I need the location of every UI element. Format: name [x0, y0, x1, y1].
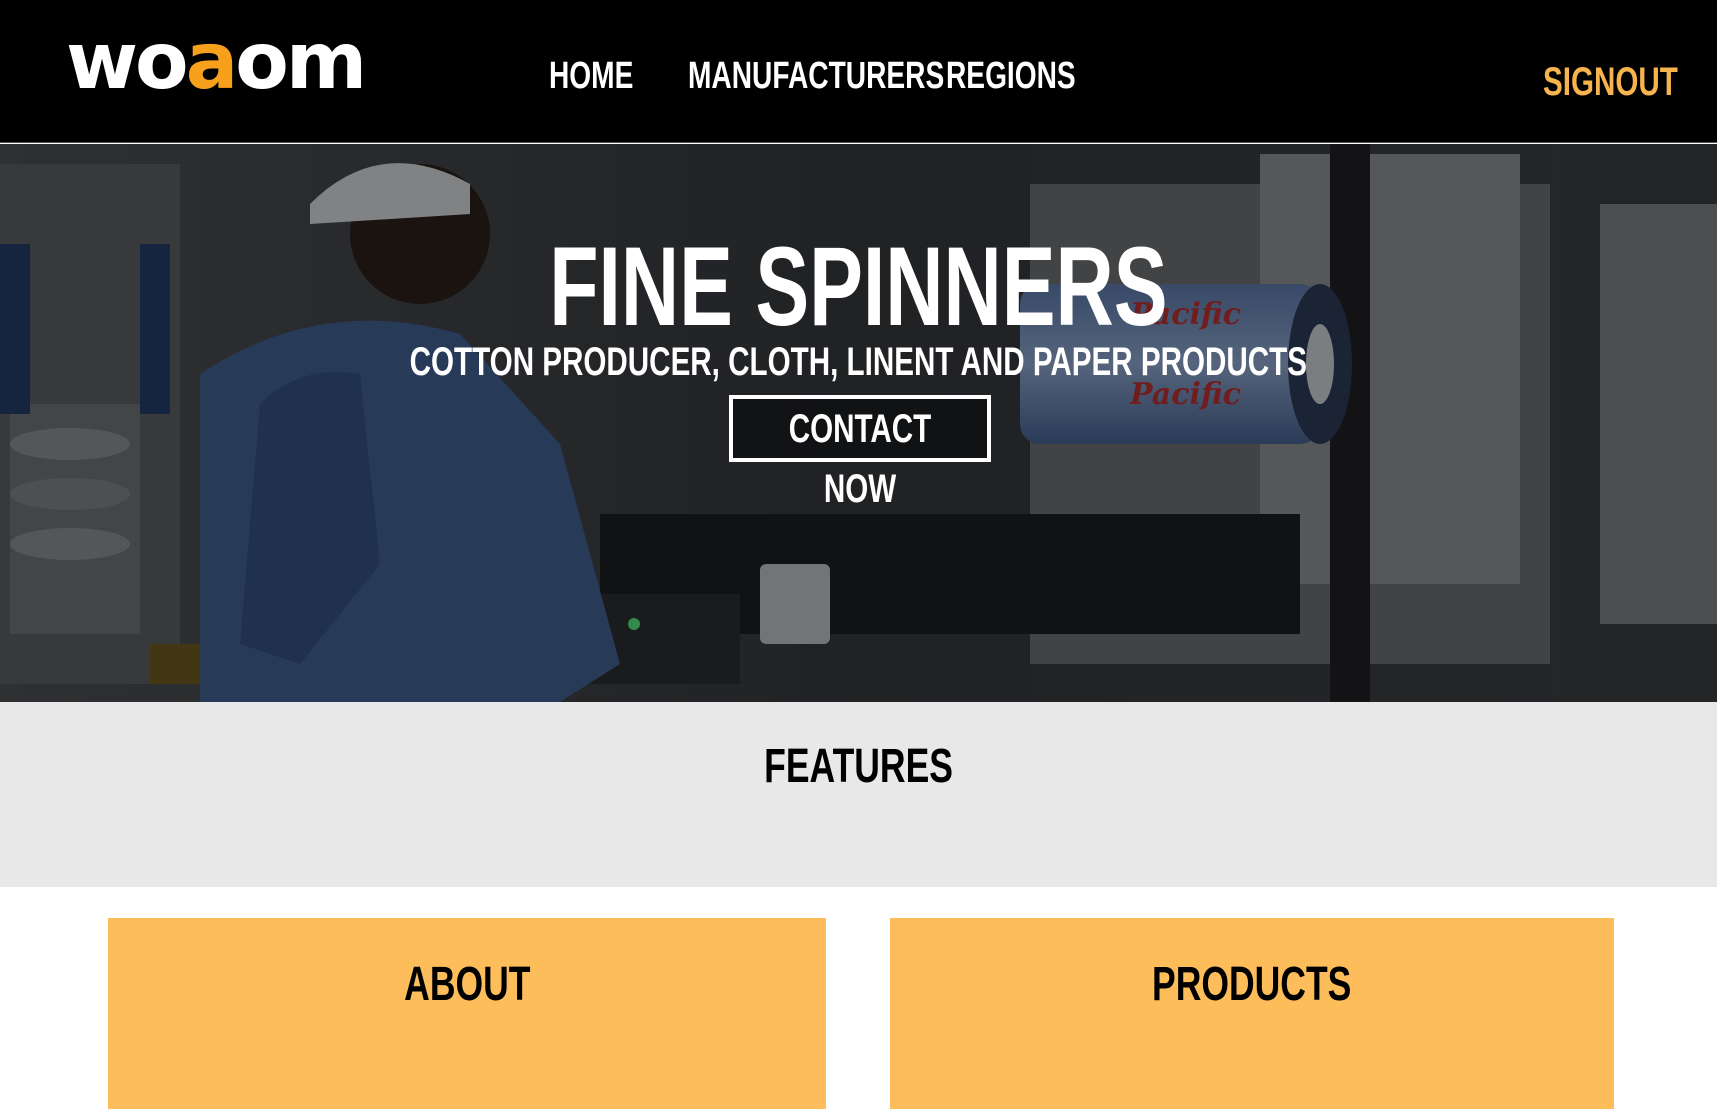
nav-manufacturers-link[interactable]: MANUFACTURERS [688, 56, 944, 96]
hero-banner: Pacific Pacific FINE SPINNERS COTTON PRO… [0, 144, 1717, 702]
nav-home-link[interactable]: HOME [549, 56, 633, 96]
woaom-logo[interactable]: woaom [66, 22, 367, 102]
features-heading: FEATURES [764, 740, 953, 793]
nav-regions-link[interactable]: REGIONS [946, 56, 1076, 96]
about-card-title: ABOUT [403, 958, 531, 1011]
features-section: FEATURES [0, 702, 1717, 887]
about-card[interactable]: ABOUT [108, 918, 826, 1109]
products-card[interactable]: PRODUCTS [890, 918, 1614, 1109]
contact-now-button[interactable]: CONTACT NOW [729, 395, 991, 511]
hero-subtitle: COTTON PRODUCER, CLOTH, LINENT AND PAPER… [409, 340, 1308, 384]
top-navbar: woaom HOME MANUFACTURERS REGIONS SIGNOUT [0, 0, 1717, 143]
signout-link[interactable]: SIGNOUT [1543, 62, 1678, 102]
products-card-title: PRODUCTS [1152, 958, 1352, 1011]
hero-title: FINE SPINNERS [549, 224, 1168, 349]
